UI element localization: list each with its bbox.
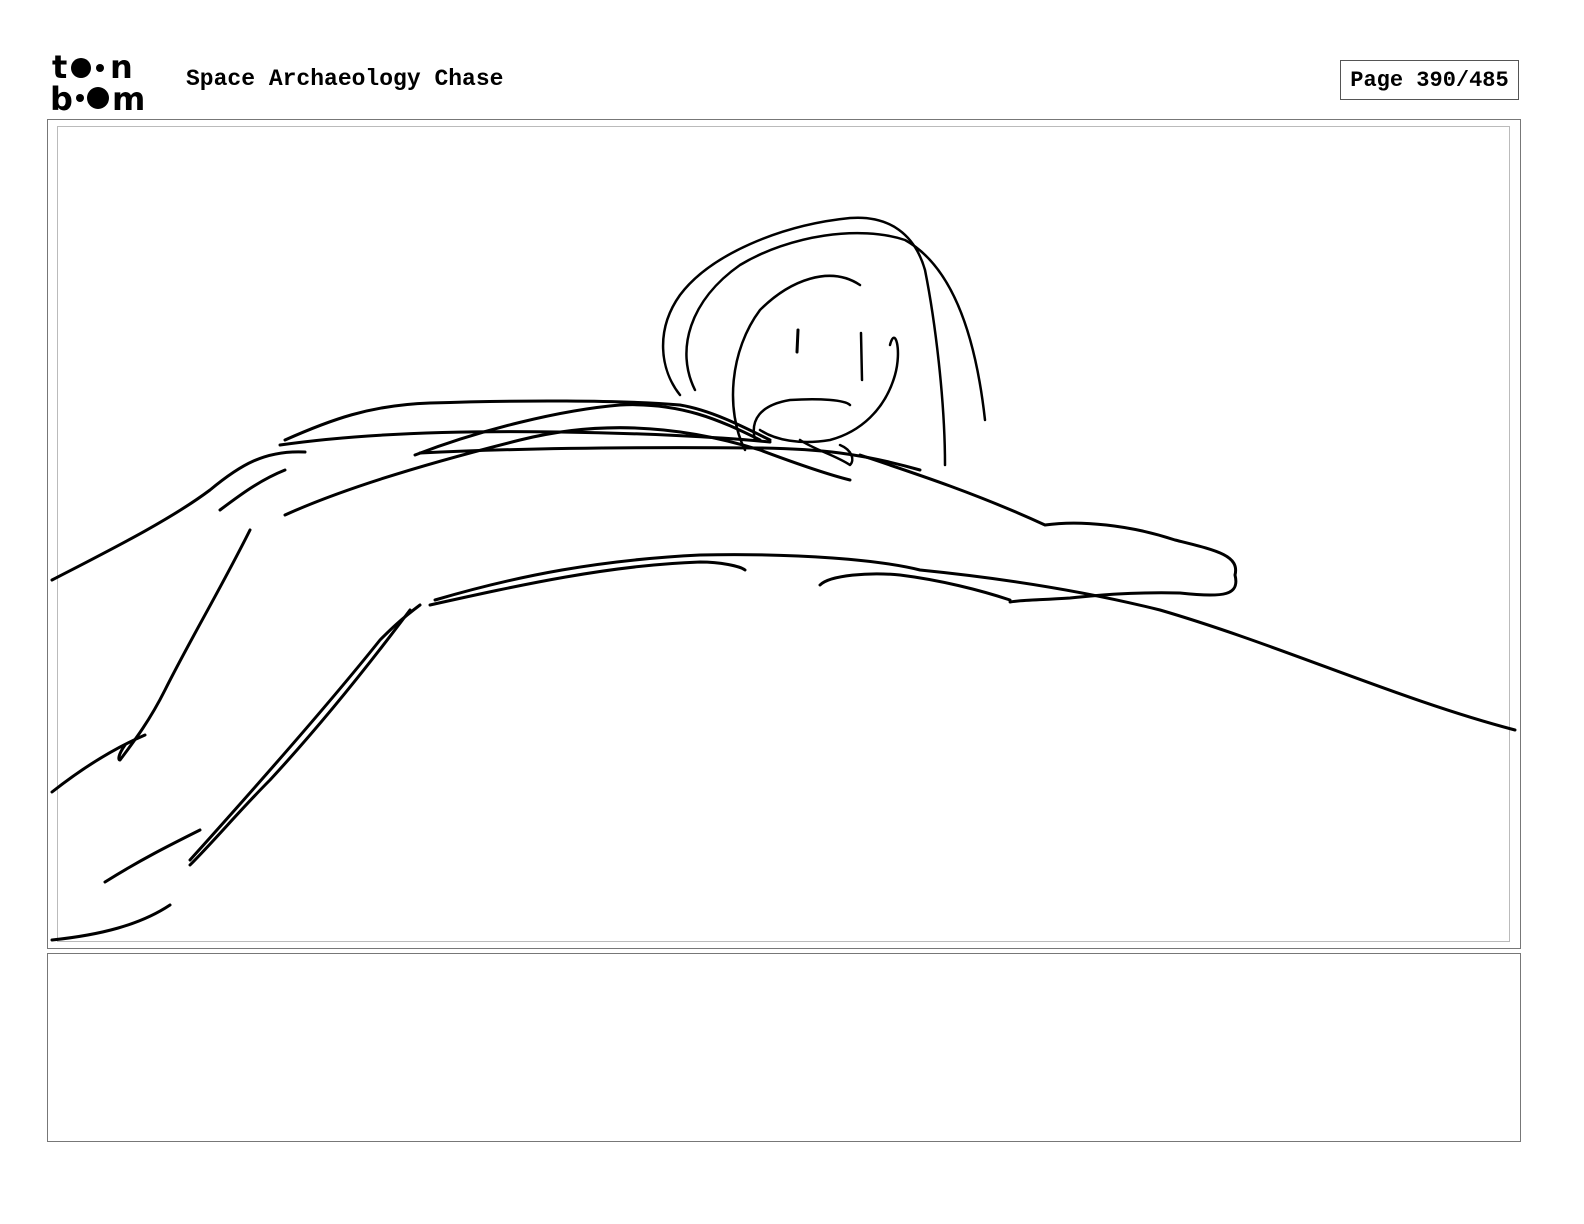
logo-letter-m: m [112,80,145,112]
project-title: Space Archaeology Chase [186,66,504,92]
panel-inner-border [57,126,1510,942]
logo-letter-b: b [50,80,73,112]
toon-boom-logo: t n b m [50,50,145,112]
page-counter: Page 390/485 [1340,60,1519,100]
notes-box [47,953,1521,1142]
